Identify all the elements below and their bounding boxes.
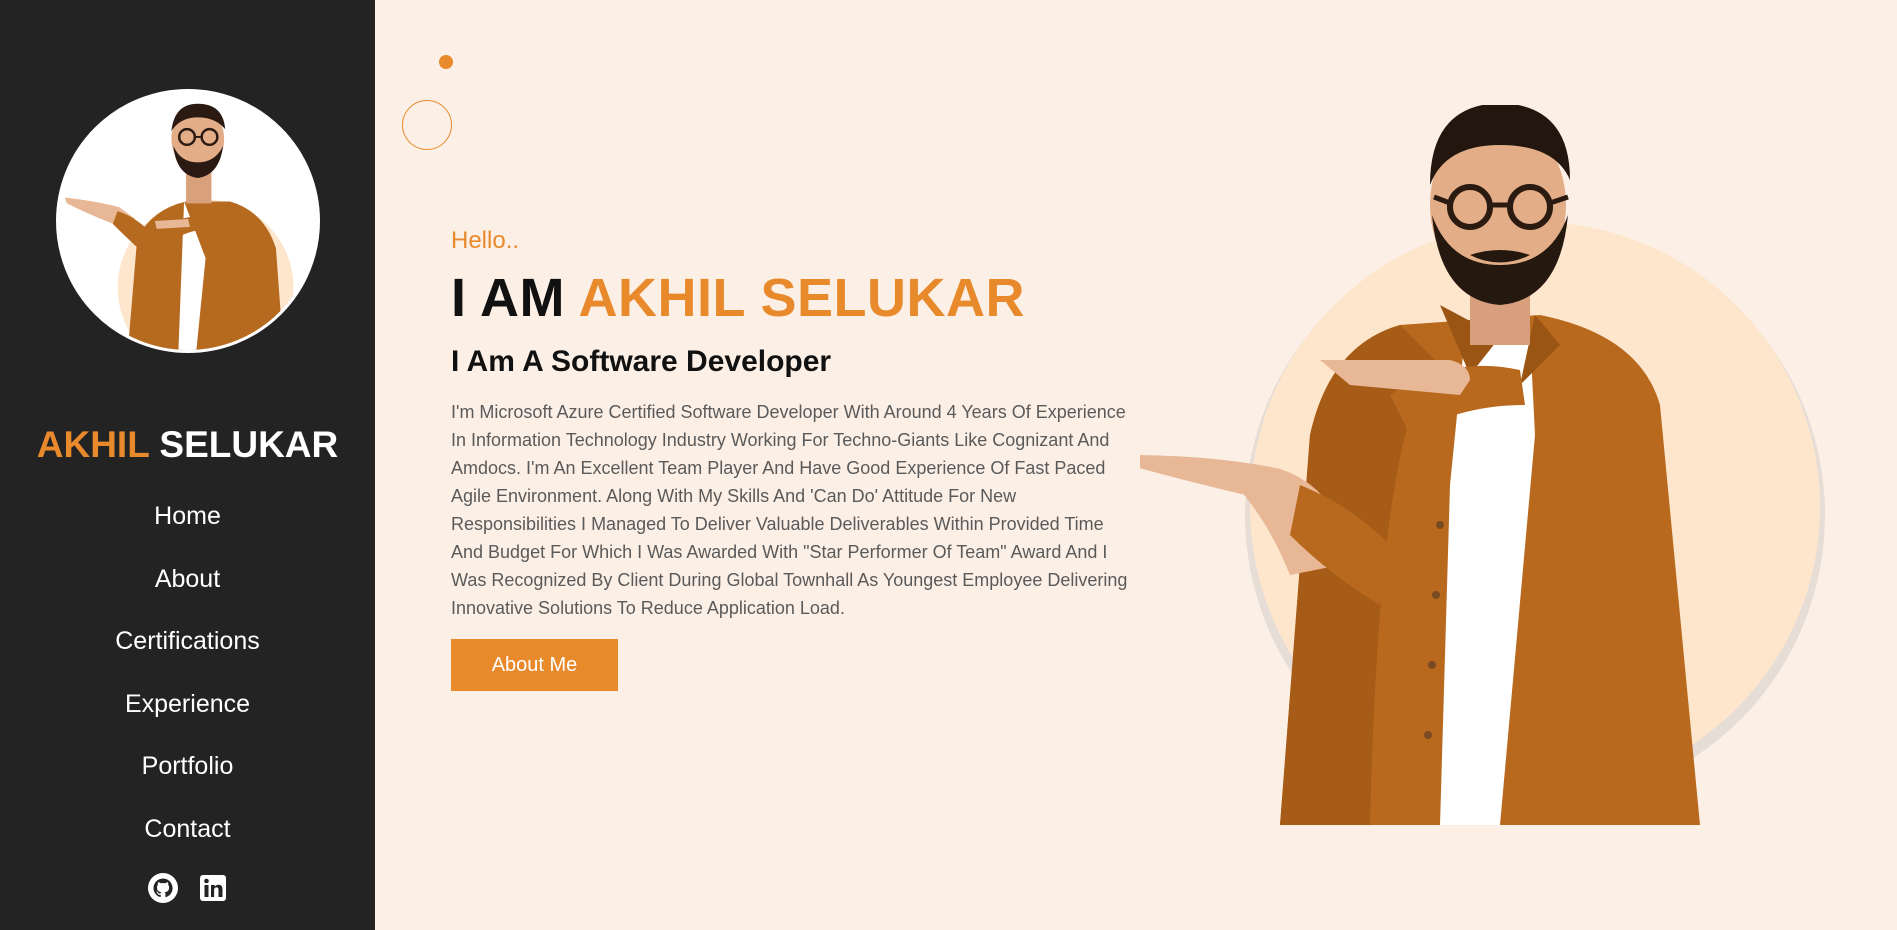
github-icon[interactable] — [147, 872, 179, 904]
hero-section: Hello.. I AM AKHIL SELUKAR I Am A Softwa… — [451, 226, 1131, 691]
headline-name: AKHIL SELUKAR — [578, 268, 1025, 328]
about-me-button[interactable]: About Me — [451, 639, 618, 691]
linkedin-icon[interactable] — [197, 872, 229, 904]
hero-headline: I AM AKHIL SELUKAR — [451, 266, 1131, 330]
portrait-photo — [1140, 105, 1825, 825]
nav-item-home[interactable]: Home — [0, 488, 375, 551]
social-links — [0, 872, 375, 904]
nav-item-about[interactable]: About — [0, 551, 375, 614]
nav-item-contact[interactable]: Contact — [0, 801, 375, 864]
sidebar: AKHIL SELUKAR Home About Certifications … — [0, 0, 375, 930]
decorative-ring — [402, 100, 452, 150]
hero-portrait — [1140, 105, 1830, 825]
hero-role: I Am A Software Developer — [451, 345, 832, 378]
nav-item-certifications[interactable]: Certifications — [0, 613, 375, 676]
sidebar-nav: Home About Certifications Experience Por… — [0, 488, 375, 863]
decorative-dot — [439, 55, 453, 69]
avatar-photo — [59, 92, 317, 350]
headline-prefix: I AM — [451, 268, 565, 328]
hero-greeting: Hello.. — [451, 227, 520, 254]
nav-item-portfolio[interactable]: Portfolio — [0, 738, 375, 801]
hero-bio: I'm Microsoft Azure Certified Software D… — [451, 402, 1128, 618]
avatar — [56, 89, 320, 353]
brand-name: AKHIL SELUKAR — [0, 423, 375, 467]
brand-first-name: AKHIL — [36, 424, 150, 465]
nav-item-experience[interactable]: Experience — [0, 676, 375, 739]
brand-last-name: SELUKAR — [159, 424, 339, 465]
